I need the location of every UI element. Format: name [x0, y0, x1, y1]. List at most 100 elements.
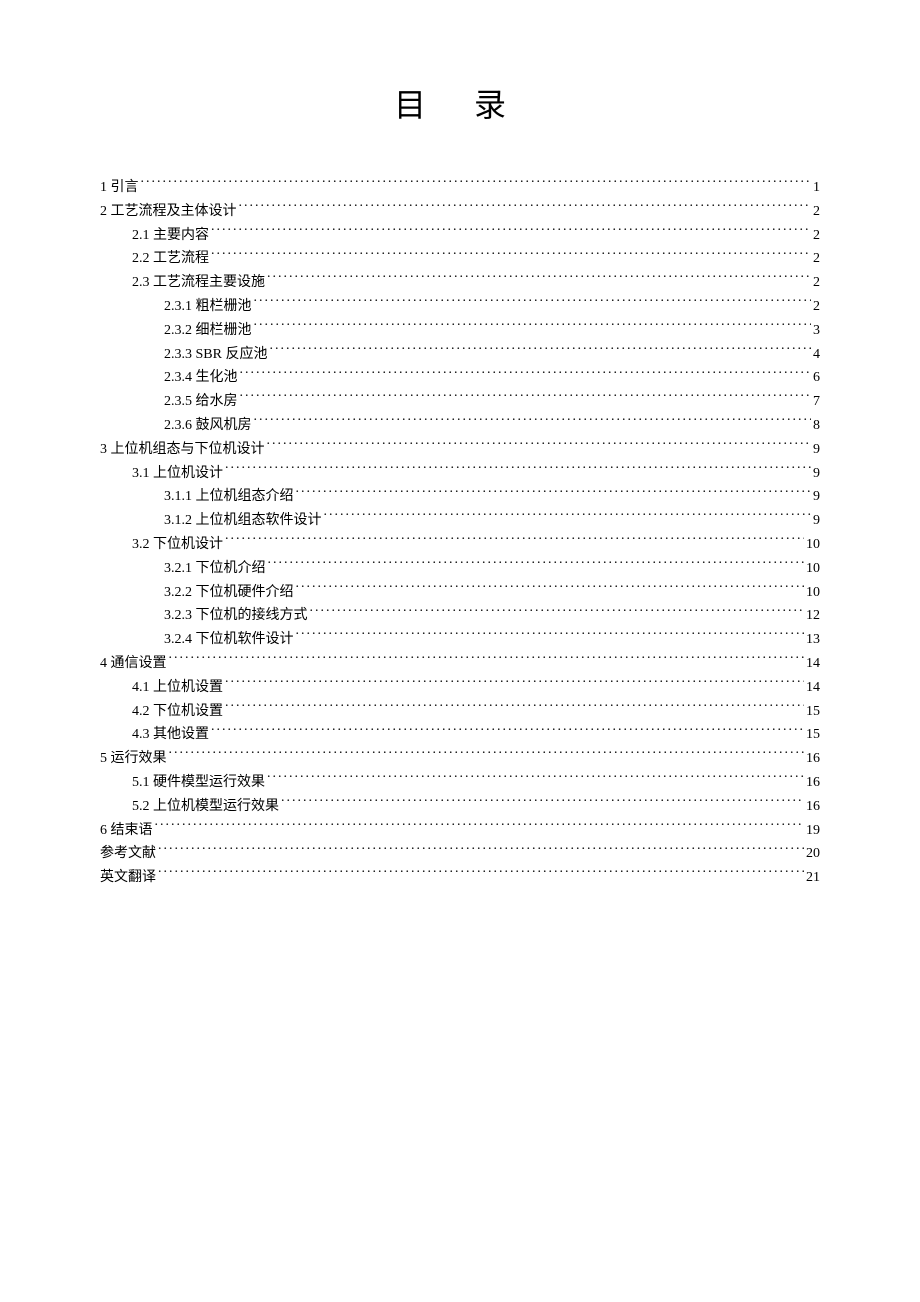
toc-entry[interactable]: 2 工艺流程及主体设计2 [100, 200, 820, 224]
toc-entry-label: 3.2 下位机设计 [132, 533, 223, 557]
toc-leader-dots [269, 344, 811, 358]
toc-entry-label: 2.3.2 细栏栅池 [164, 319, 252, 343]
toc-entry[interactable]: 6 结束语 19 [100, 819, 820, 843]
toc-leader-dots [267, 272, 811, 286]
toc-entry-label: 3.1 上位机设计 [132, 462, 223, 486]
toc-leader-dots [211, 225, 811, 239]
toc-entry-label: 2.3.6 鼓风机房 [164, 414, 252, 438]
toc-entry[interactable]: 4 通信设置 14 [100, 652, 820, 676]
toc-entry-label: 3.2.4 下位机软件设计 [164, 628, 294, 652]
toc-entry-page: 16 [806, 747, 820, 771]
toc-entry-label: 3.1.2 上位机组态软件设计 [164, 509, 322, 533]
toc-entry-page: 15 [806, 723, 820, 747]
toc-entry[interactable]: 2.3 工艺流程主要设施 2 [100, 271, 820, 295]
toc-entry-page: 14 [806, 652, 820, 676]
toc-entry-label: 3.2.2 下位机硬件介绍 [164, 581, 294, 605]
toc-entry[interactable]: 3.2 下位机设计 10 [100, 533, 820, 557]
toc-entry-page: 2 [813, 271, 820, 295]
toc-entry-page: 9 [813, 485, 820, 509]
toc-entry-label: 4 通信设置 [100, 652, 167, 676]
toc-entry-label: 4.2 下位机设置 [132, 700, 223, 724]
toc-entry[interactable]: 3.2.4 下位机软件设计 13 [100, 628, 820, 652]
toc-entry-page: 9 [813, 509, 820, 533]
toc-leader-dots [225, 701, 804, 715]
toc-leader-dots [225, 534, 804, 548]
toc-entry-page: 2 [813, 295, 820, 319]
toc-entry[interactable]: 3.2.2 下位机硬件介绍10 [100, 581, 820, 605]
toc-entry[interactable]: 4.3 其他设置15 [100, 723, 820, 747]
toc-entry-label: 2.3.4 生化池 [164, 366, 238, 390]
toc-leader-dots [155, 820, 805, 834]
toc-leader-dots [324, 510, 812, 524]
toc-leader-dots [211, 248, 811, 262]
toc-entry[interactable]: 5 运行效果16 [100, 747, 820, 771]
toc-entry-page: 13 [806, 628, 820, 652]
toc-entry[interactable]: 英文翻译21 [100, 866, 820, 890]
toc-entry[interactable]: 1 引言 1 [100, 176, 820, 200]
toc-entry[interactable]: 2.3.1 粗栏栅池 2 [100, 295, 820, 319]
toc-entry[interactable]: 参考文献20 [100, 842, 820, 866]
toc-entry[interactable]: 3.2.3 下位机的接线方式12 [100, 604, 820, 628]
toc-entry[interactable]: 5.2 上位机模型运行效果 16 [100, 795, 820, 819]
toc-entry-page: 1 [813, 176, 820, 200]
toc-leader-dots [267, 439, 812, 453]
toc-leader-dots [296, 582, 805, 596]
toc-leader-dots [268, 558, 805, 572]
toc-leader-dots [169, 653, 805, 667]
toc-leader-dots [296, 486, 812, 500]
toc-entry[interactable]: 3.2.1 下位机介绍 10 [100, 557, 820, 581]
toc-entry-page: 16 [806, 771, 820, 795]
toc-entry-page: 10 [806, 533, 820, 557]
toc-entry[interactable]: 2.3.4 生化池 6 [100, 366, 820, 390]
toc-entry[interactable]: 4.2 下位机设置15 [100, 700, 820, 724]
toc-leader-dots [240, 367, 812, 381]
toc-leader-dots [267, 772, 804, 786]
toc-entry-label: 2.3 工艺流程主要设施 [132, 271, 265, 295]
toc-entry[interactable]: 2.3.6 鼓风机房 8 [100, 414, 820, 438]
toc-entry-label: 3.1.1 上位机组态介绍 [164, 485, 294, 509]
toc-entry-label: 1 引言 [100, 176, 139, 200]
toc-entry-page: 2 [813, 247, 820, 271]
toc-leader-dots [254, 415, 812, 429]
toc-entry-page: 19 [806, 819, 820, 843]
toc-entry[interactable]: 2.2 工艺流程 2 [100, 247, 820, 271]
toc-entry[interactable]: 2.1 主要内容2 [100, 224, 820, 248]
toc-entry-page: 2 [813, 224, 820, 248]
toc-entry-label: 3 上位机组态与下位机设计 [100, 438, 265, 462]
toc-entry-page: 7 [813, 390, 820, 414]
toc-leader-dots [296, 629, 805, 643]
toc-leader-dots [158, 843, 804, 857]
toc-entry-label: 2.2 工艺流程 [132, 247, 209, 271]
toc-leader-dots [158, 867, 804, 881]
toc-entry-page: 8 [813, 414, 820, 438]
toc-entry[interactable]: 5.1 硬件模型运行效果 16 [100, 771, 820, 795]
toc-entry-label: 5.2 上位机模型运行效果 [132, 795, 279, 819]
toc-entry[interactable]: 2.3.3 SBR 反应池4 [100, 343, 820, 367]
toc-entry-page: 10 [806, 557, 820, 581]
toc-leader-dots [211, 724, 804, 738]
toc-leader-dots [225, 463, 811, 477]
toc-entry-page: 2 [813, 200, 820, 224]
toc-leader-dots [254, 296, 812, 310]
toc-entry-label: 2.3.3 SBR 反应池 [164, 343, 267, 367]
toc-entry[interactable]: 2.3.2 细栏栅池3 [100, 319, 820, 343]
toc-entry[interactable]: 2.3.5 给水房 7 [100, 390, 820, 414]
toc-entry-label: 3.2.1 下位机介绍 [164, 557, 266, 581]
toc-entry-page: 6 [813, 366, 820, 390]
toc-leader-dots [281, 796, 804, 810]
toc-entry[interactable]: 3.1.1 上位机组态介绍 9 [100, 485, 820, 509]
toc-entry-label: 5.1 硬件模型运行效果 [132, 771, 265, 795]
toc-leader-dots [240, 391, 812, 405]
toc-entry[interactable]: 4.1 上位机设置14 [100, 676, 820, 700]
table-of-contents: 1 引言12 工艺流程及主体设计22.1 主要内容22.2 工艺流程22.3 工… [100, 176, 820, 890]
toc-entry[interactable]: 3 上位机组态与下位机设计 9 [100, 438, 820, 462]
toc-entry-label: 3.2.3 下位机的接线方式 [164, 604, 308, 628]
toc-entry[interactable]: 3.1 上位机设计9 [100, 462, 820, 486]
toc-entry-page: 16 [806, 795, 820, 819]
toc-entry[interactable]: 3.1.2 上位机组态软件设计 9 [100, 509, 820, 533]
toc-entry-label: 2.3.5 给水房 [164, 390, 238, 414]
toc-entry-label: 2.3.1 粗栏栅池 [164, 295, 252, 319]
toc-leader-dots [239, 201, 812, 215]
toc-entry-label: 6 结束语 [100, 819, 153, 843]
toc-entry-page: 9 [813, 438, 820, 462]
